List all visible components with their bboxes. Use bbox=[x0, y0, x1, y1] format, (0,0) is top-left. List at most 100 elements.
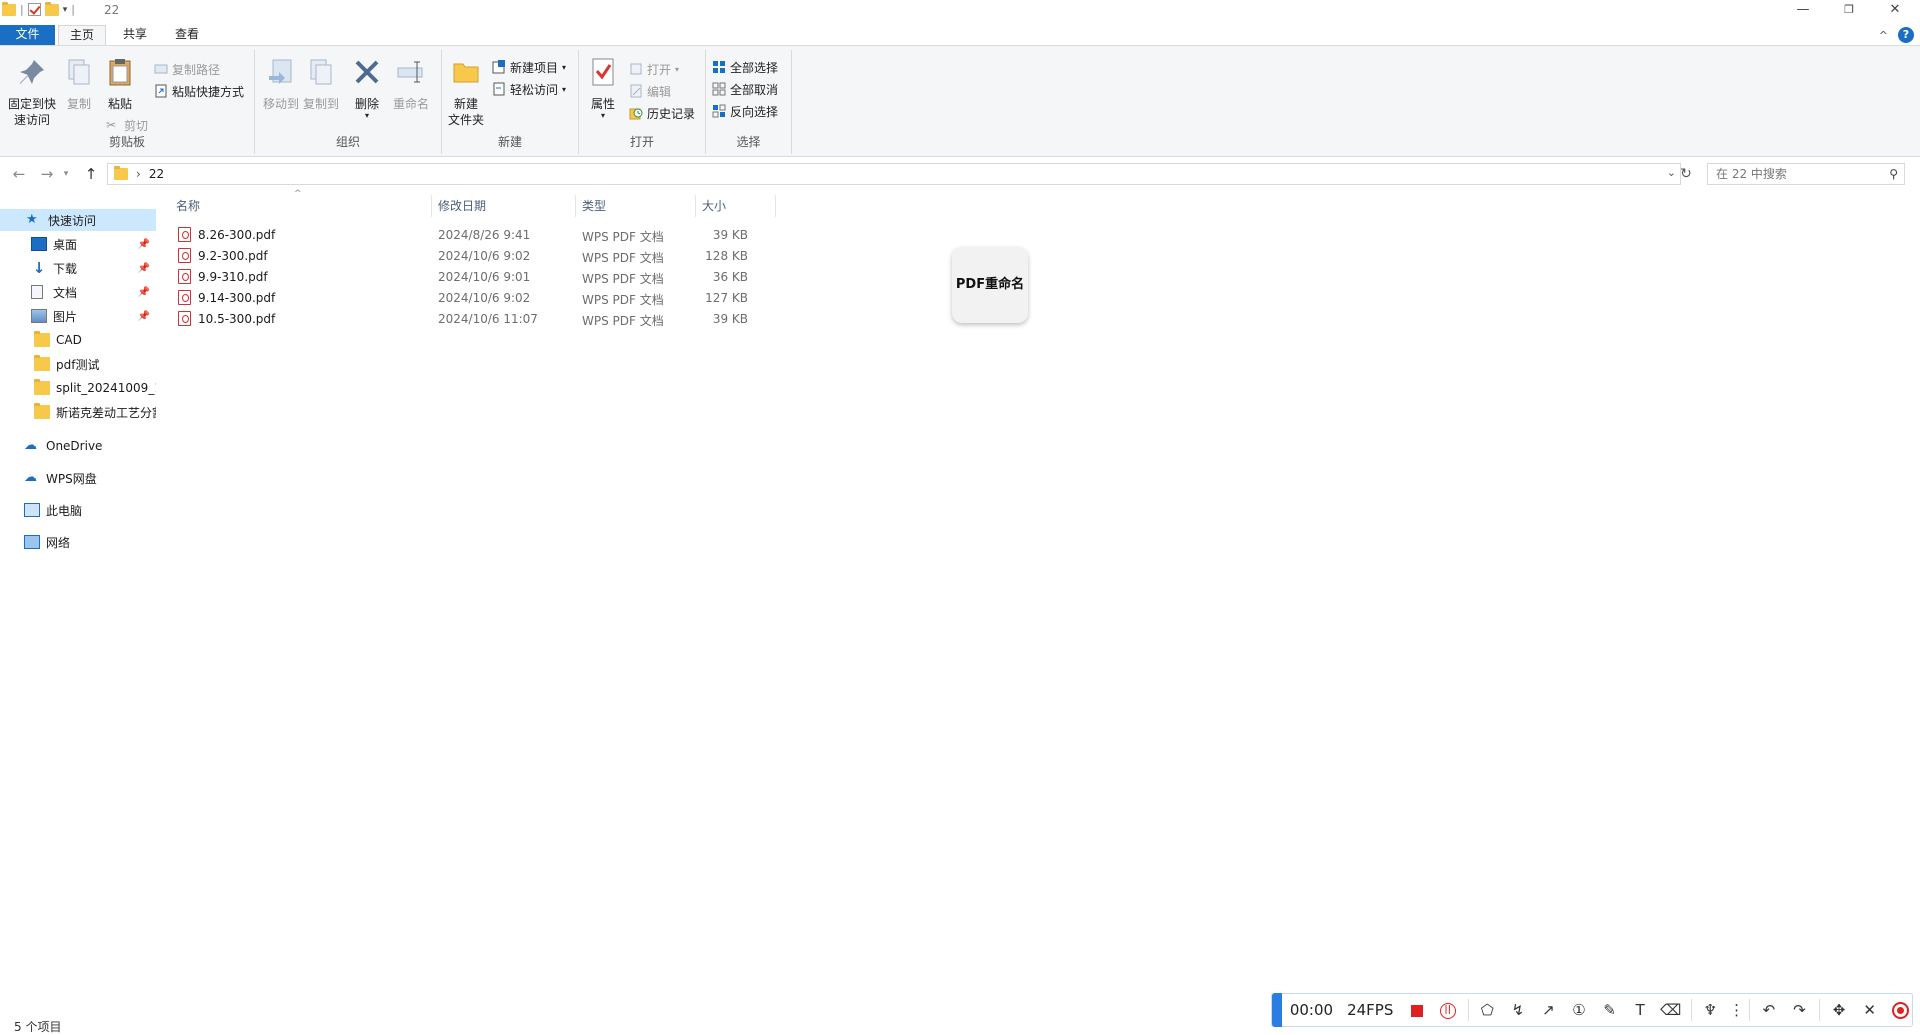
file-row[interactable]: 8.26-300.pdf 2024/8/26 9:41 WPS PDF 文档 3… bbox=[170, 225, 780, 246]
record-icon[interactable] bbox=[1888, 998, 1912, 1022]
help-icon[interactable]: ? bbox=[1898, 27, 1914, 43]
delete-button[interactable]: 删除 ▾ bbox=[349, 56, 385, 120]
new-folder-button[interactable]: 新建 文件夹 bbox=[446, 56, 486, 128]
stop-icon[interactable] bbox=[1405, 998, 1429, 1022]
number-marker-icon[interactable]: ① bbox=[1567, 998, 1591, 1022]
recent-locations-icon[interactable]: ▾ bbox=[60, 164, 72, 184]
sidebar-item-desktop[interactable]: 桌面 📌 bbox=[0, 233, 156, 255]
cut-button[interactable]: ✂ 剪切 bbox=[106, 116, 148, 134]
rename-button[interactable]: 重命名 bbox=[389, 56, 433, 112]
pin-icon[interactable]: 📌 bbox=[138, 287, 150, 298]
sidebar-item-this-pc[interactable]: 此电脑 bbox=[0, 499, 156, 521]
paste-shortcut-button[interactable]: 粘贴快捷方式 bbox=[154, 82, 244, 100]
invert-selection-button[interactable]: 反向选择 bbox=[712, 102, 778, 120]
undo-icon[interactable]: ↶ bbox=[1757, 998, 1781, 1022]
easy-access-label: 轻松访问 bbox=[510, 82, 559, 97]
new-folder-icon[interactable] bbox=[44, 1, 59, 16]
pin-icon[interactable]: 📌 bbox=[138, 311, 150, 322]
spotlight-icon[interactable]: ♆ bbox=[1699, 998, 1723, 1022]
rename-icon bbox=[397, 61, 423, 83]
text-icon[interactable]: T bbox=[1628, 998, 1652, 1022]
sidebar-item-onedrive[interactable]: ☁ OneDrive bbox=[0, 435, 156, 457]
sidebar-item-pdf-test[interactable]: pdf测试 bbox=[0, 353, 156, 375]
restore-button[interactable]: ❐ bbox=[1826, 0, 1872, 22]
column-header-size[interactable]: 大小 bbox=[696, 195, 776, 217]
file-row[interactable]: 9.14-300.pdf 2024/10/6 9:02 WPS PDF 文档 1… bbox=[170, 288, 780, 309]
paste-label: 粘贴 bbox=[107, 97, 132, 111]
copy-button[interactable]: 复制 bbox=[62, 56, 96, 112]
customize-toolbar-icon[interactable]: ▾ bbox=[63, 5, 68, 15]
breadcrumb-current[interactable]: 22 bbox=[149, 167, 164, 181]
open-button[interactable]: 打开 ▾ bbox=[629, 60, 679, 78]
delete-dropdown-icon[interactable]: ▾ bbox=[349, 112, 385, 120]
column-header-name[interactable]: 名称 bbox=[170, 195, 432, 217]
sidebar-item-documents[interactable]: 文档 📌 bbox=[0, 281, 156, 303]
separator bbox=[1467, 999, 1469, 1021]
new-item-button[interactable]: 新建项目 ▾ bbox=[492, 58, 566, 76]
pdf-rename-app-icon[interactable]: PDF重命名 bbox=[952, 247, 1028, 323]
address-bar[interactable]: › 22 ⌄ bbox=[107, 163, 1681, 185]
properties-icon[interactable] bbox=[27, 3, 41, 16]
properties-dropdown-icon[interactable]: ▾ bbox=[585, 112, 621, 120]
up-arrow-icon[interactable]: ↑ bbox=[80, 164, 102, 184]
arrow-icon[interactable]: ↗ bbox=[1537, 998, 1561, 1022]
paste-button[interactable]: 粘贴 bbox=[102, 56, 138, 112]
pictures-icon bbox=[31, 309, 47, 323]
file-name: 9.2-300.pdf bbox=[198, 249, 268, 263]
pause-icon[interactable]: || bbox=[1436, 998, 1460, 1022]
file-row[interactable]: 9.9-310.pdf 2024/10/6 9:01 WPS PDF 文档 36… bbox=[170, 267, 780, 288]
minimize-button[interactable]: — bbox=[1780, 0, 1826, 22]
select-all-button[interactable]: 全部选择 bbox=[712, 58, 778, 76]
copy-to-button[interactable]: 复制到 bbox=[301, 56, 341, 112]
polyline-icon[interactable]: ↯ bbox=[1506, 998, 1530, 1022]
chevron-right-icon[interactable]: › bbox=[136, 167, 141, 181]
tab-view[interactable]: 查看 bbox=[164, 25, 210, 45]
sidebar-item-quick-access[interactable]: ★ 快速访问 bbox=[0, 209, 156, 231]
group-select: 全部选择 全部取消 反向选择 选择 bbox=[706, 50, 792, 154]
column-header-date[interactable]: 修改日期 bbox=[432, 195, 576, 217]
eraser-icon[interactable]: ⌫ bbox=[1659, 998, 1683, 1022]
collapse-ribbon-icon[interactable]: ^ bbox=[1879, 29, 1888, 42]
copy-path-button[interactable]: 复制路径 bbox=[154, 60, 220, 78]
redo-icon[interactable]: ↷ bbox=[1788, 998, 1812, 1022]
quick-access-toolbar: | ▾ | bbox=[2, 1, 75, 16]
move-icon[interactable]: ✥ bbox=[1827, 998, 1851, 1022]
copy-to-icon bbox=[310, 59, 332, 85]
select-none-button[interactable]: 全部取消 bbox=[712, 80, 778, 98]
search-input[interactable]: 在 22 中搜索 ⚲ bbox=[1707, 163, 1905, 185]
easy-access-button[interactable]: 轻松访问 ▾ bbox=[492, 80, 566, 98]
refresh-icon[interactable]: ↻ bbox=[1676, 163, 1696, 185]
column-header-type[interactable]: 类型 bbox=[576, 195, 696, 217]
pin-icon[interactable]: 📌 bbox=[138, 239, 150, 250]
sidebar-item-split-folder[interactable]: split_20241009_10 bbox=[0, 377, 156, 399]
sidebar-item-downloads[interactable]: ↓ 下载 📌 bbox=[0, 257, 156, 279]
pen-icon[interactable]: ✎ bbox=[1598, 998, 1622, 1022]
sidebar-item-wps-drive[interactable]: ☁ WPS网盘 bbox=[0, 467, 156, 489]
move-to-button[interactable]: 移动到 bbox=[261, 56, 301, 112]
file-row[interactable]: 10.5-300.pdf 2024/10/6 11:07 WPS PDF 文档 … bbox=[170, 309, 780, 330]
sidebar-item-snooker-folder[interactable]: 斯诺克差动工艺分割 bbox=[0, 401, 156, 423]
properties-button[interactable]: 属性 ▾ bbox=[585, 56, 621, 120]
search-icon[interactable]: ⚲ bbox=[1889, 164, 1898, 184]
chevron-down-icon[interactable]: ⌄ bbox=[1667, 166, 1676, 179]
file-row[interactable]: 9.2-300.pdf 2024/10/6 9:02 WPS PDF 文档 12… bbox=[170, 246, 780, 267]
pin-quick-access-button[interactable]: 固定到快 速访问 bbox=[6, 56, 58, 128]
recorder-drag-handle[interactable] bbox=[1272, 993, 1282, 1027]
sidebar-item-network[interactable]: 网络 bbox=[0, 531, 156, 553]
edit-button[interactable]: 编辑 bbox=[629, 82, 671, 100]
close-button[interactable]: ✕ bbox=[1872, 0, 1918, 22]
sidebar-item-cad[interactable]: CAD bbox=[0, 329, 156, 351]
shape-icon[interactable]: ⬠ bbox=[1476, 998, 1500, 1022]
forward-arrow-icon[interactable]: → bbox=[36, 164, 58, 184]
tab-share[interactable]: 共享 bbox=[112, 25, 158, 45]
sidebar-item-pictures[interactable]: 图片 📌 bbox=[0, 305, 156, 327]
back-arrow-icon[interactable]: ← bbox=[8, 164, 30, 184]
sidebar-label: 桌面 bbox=[53, 237, 78, 252]
close-icon[interactable]: ✕ bbox=[1858, 998, 1882, 1022]
more-icon[interactable]: ⋮ bbox=[1729, 998, 1744, 1022]
pin-icon[interactable]: 📌 bbox=[138, 263, 150, 274]
tab-home[interactable]: 主页 bbox=[58, 25, 106, 45]
tab-file[interactable]: 文件 bbox=[0, 25, 55, 45]
history-button[interactable]: 历史记录 bbox=[629, 104, 695, 122]
sidebar-label: 此电脑 bbox=[46, 503, 83, 518]
